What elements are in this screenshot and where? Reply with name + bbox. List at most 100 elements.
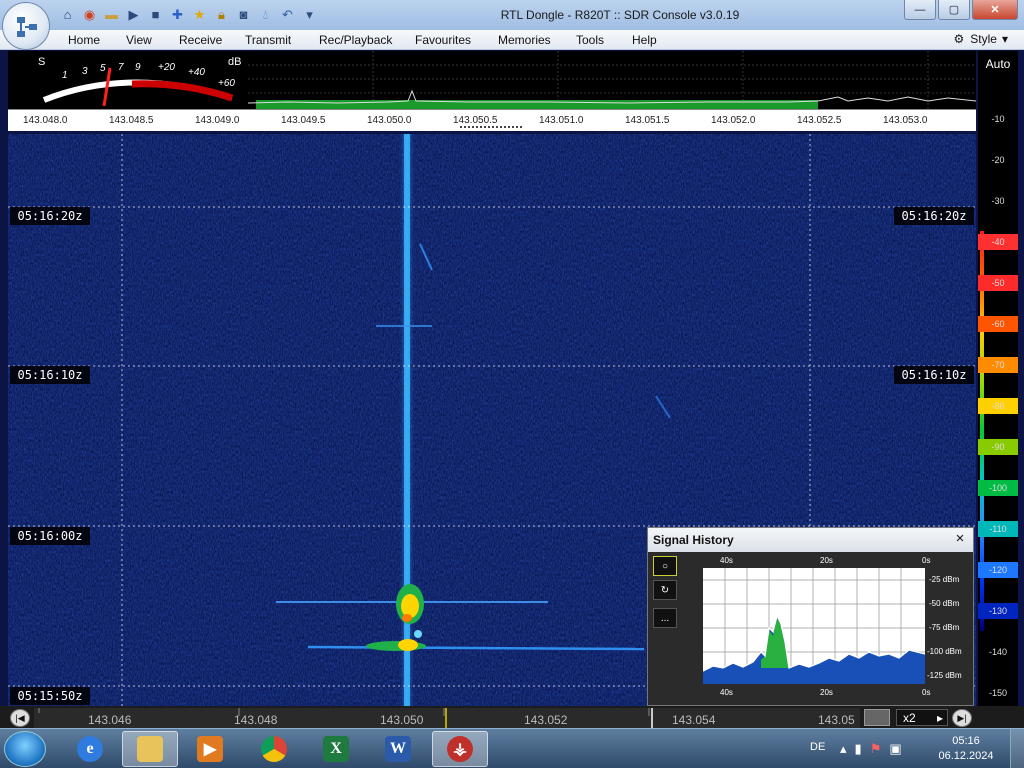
menu-favourites[interactable]: Favourites: [415, 33, 471, 47]
maximize-button[interactable]: ▢: [938, 0, 970, 20]
chrome-icon: [261, 736, 287, 762]
time-label-right: 05:16:20z: [894, 207, 974, 225]
sh-db-label: -125 dBm: [927, 671, 962, 680]
folder-icon[interactable]: ▬: [102, 5, 121, 24]
close-icon: ✕: [990, 4, 1000, 16]
db-scale-arc: [131, 80, 234, 102]
signal-history-record-button[interactable]: ○: [653, 556, 677, 576]
s-label: S: [38, 56, 45, 68]
undo-icon[interactable]: ↶: [278, 5, 297, 24]
sh-db-label: -25 dBm: [929, 575, 960, 584]
drop-icon[interactable]: 💧︎: [256, 5, 275, 24]
db-scale-tick: -60: [978, 316, 1018, 332]
menu-receive[interactable]: Receive: [179, 33, 222, 47]
menu-bar: Home View Receive Transmit Rec/Playback …: [0, 30, 1024, 50]
menu-help[interactable]: Help: [632, 33, 657, 47]
sh-time-label: 40s: [720, 688, 733, 697]
network-icon: [17, 17, 37, 37]
close-button[interactable]: ✕: [972, 0, 1018, 20]
play-icon[interactable]: ▶: [124, 5, 143, 24]
camera-icon[interactable]: ◙: [234, 5, 253, 24]
auto-scale-button[interactable]: Auto: [978, 51, 1018, 77]
chevron-right-icon: ▸: [936, 711, 943, 725]
band-freq-label: 143.052: [524, 713, 568, 727]
menu-view[interactable]: View: [126, 33, 152, 47]
signal-history-reset-button[interactable]: ↻: [653, 580, 677, 600]
signal-history-plot: [702, 568, 926, 684]
db-scale-tick: -100: [978, 480, 1018, 496]
db-scale-tick: -10: [978, 111, 1018, 127]
tray-app-icon[interactable]: ▮: [855, 741, 862, 757]
language-indicator[interactable]: DE: [810, 741, 825, 753]
signal-history-more-button[interactable]: ...: [653, 608, 677, 628]
scroll-left-button[interactable]: |◀: [10, 709, 30, 727]
db-scale-tick: -120: [978, 562, 1018, 578]
taskbar-file-explorer[interactable]: [122, 731, 178, 767]
show-desktop-button[interactable]: [1010, 729, 1024, 768]
plus-icon[interactable]: ✚: [168, 5, 187, 24]
sh-time-label: 20s: [820, 688, 833, 697]
spectrum-display[interactable]: [247, 51, 977, 109]
quick-access-toolbar: ⌂ ◉ ▬ ▶ ■ ✚ ★ 🔒︎ ◙ 💧︎ ↶ ▾: [58, 5, 319, 24]
clock-time: 05:16: [952, 735, 980, 747]
db-scale-tick: -20: [978, 152, 1018, 168]
scroll-right-button[interactable]: ▶|: [952, 709, 972, 727]
lock-icon[interactable]: 🔒︎: [212, 5, 231, 24]
scope-icon[interactable]: [864, 709, 890, 726]
s-meter: S dB 1 3 5 7 9 +20 +40 +60: [34, 54, 248, 107]
band-freq-label: 143.048: [234, 713, 278, 727]
network-icon[interactable]: ▣: [889, 741, 901, 757]
frequency-tick: 143.053.0: [883, 115, 928, 126]
menu-memories[interactable]: Memories: [498, 33, 551, 47]
db-mark: +60: [218, 78, 235, 89]
star-icon[interactable]: ★: [190, 5, 209, 24]
burst-yellow: [401, 594, 419, 618]
taskbar-excel[interactable]: X: [308, 731, 364, 767]
sh-time-label: 20s: [820, 556, 833, 565]
tray-expand-icon[interactable]: ▴: [840, 741, 847, 757]
band-scale[interactable]: 143.046 143.048 143.050 143.052 143.054 …: [34, 708, 860, 728]
burst-cyan: [414, 630, 422, 638]
taskbar-clock[interactable]: 05:16 06.12.2024: [938, 734, 994, 764]
taskbar-chrome[interactable]: [246, 731, 302, 767]
db-scale-tick: -80: [978, 398, 1018, 414]
menu-transmit[interactable]: Transmit: [245, 33, 291, 47]
tray-flag-icon[interactable]: ⚑: [870, 741, 882, 757]
taskbar-internet-explorer[interactable]: e: [62, 731, 118, 767]
time-label-left: 05:16:20z: [10, 207, 90, 225]
folder-icon: [137, 736, 163, 762]
frequency-tick: 143.050.5: [453, 115, 498, 126]
stop-icon[interactable]: ■: [146, 5, 165, 24]
db-scale-tick: -150: [978, 685, 1018, 701]
db-label: dB: [228, 56, 241, 68]
frequency-scale[interactable]: 143.048.0 143.048.5 143.049.0 143.049.5 …: [8, 109, 976, 131]
signal-history-close-button[interactable]: ×: [951, 530, 969, 548]
lifebuoy-icon[interactable]: ◉: [80, 5, 99, 24]
db-scale-tick: -110: [978, 521, 1018, 537]
tuning-marker[interactable]: [460, 126, 522, 128]
style-icon: ⚙: [953, 32, 965, 46]
menu-rec-playback[interactable]: Rec/Playback: [319, 33, 392, 47]
window-controls: — ▢ ✕: [902, 0, 1018, 20]
meter-spectrum-panel: S dB 1 3 5 7 9 +20 +40 +60 143.048.0 143…: [8, 51, 977, 131]
s-mark: 7: [118, 62, 124, 73]
band-freq-label: 143.05: [818, 713, 855, 727]
burst-yellow: [398, 639, 418, 651]
minimize-button[interactable]: —: [904, 0, 936, 20]
db-scale-tick: -140: [978, 644, 1018, 660]
dropdown-icon[interactable]: ▾: [300, 5, 319, 24]
taskbar-word[interactable]: W: [370, 731, 426, 767]
taskbar-media-player[interactable]: ▶: [182, 731, 238, 767]
zoom-selector[interactable]: x2 ▸: [896, 709, 948, 726]
frequency-tick: 143.051.0: [539, 115, 584, 126]
start-button[interactable]: [4, 731, 46, 767]
style-menu[interactable]: ⚙ Style ▾: [954, 32, 1008, 46]
time-label-left: 05:16:00z: [10, 527, 90, 545]
time-label-left: 05:16:10z: [10, 366, 90, 384]
taskbar-sdr-console[interactable]: ⚶: [432, 731, 488, 767]
app-menu-orb[interactable]: [2, 2, 50, 50]
menu-home[interactable]: Home: [68, 33, 100, 47]
menu-tools[interactable]: Tools: [576, 33, 604, 47]
home-icon[interactable]: ⌂: [58, 5, 77, 24]
db-color-scale[interactable]: -10 -20 -30 -40 -50 -60 -70 -80 -90 -100 -110 -120 -…: [978, 77, 1018, 706]
